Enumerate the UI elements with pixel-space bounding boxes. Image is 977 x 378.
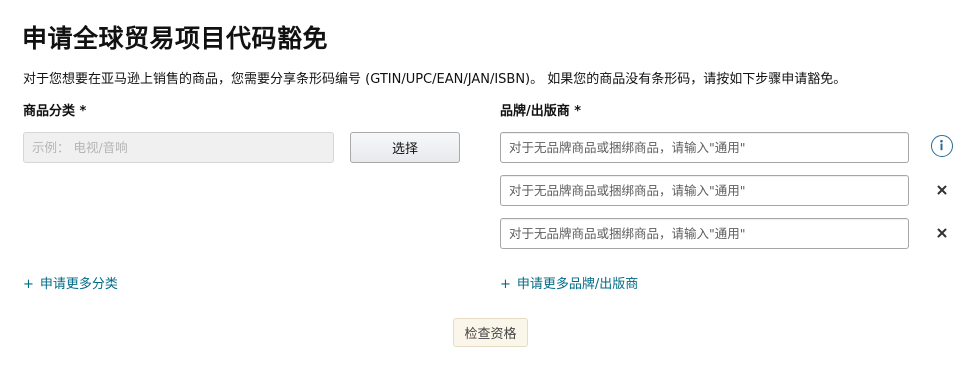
remove-brand-3-close-icon[interactable]: [934, 225, 950, 241]
add-more-categories-link[interactable]: + 申请更多分类: [23, 275, 118, 295]
select-category-button[interactable]: 选择: [350, 132, 460, 163]
plus-icon: +: [500, 277, 511, 292]
remove-brand-2-close-icon[interactable]: [934, 182, 950, 198]
category-input[interactable]: [23, 132, 334, 163]
brand-input-1[interactable]: [500, 132, 909, 163]
category-label: 商品分类 *: [23, 104, 87, 119]
check-eligibility-button[interactable]: 检查资格: [453, 318, 528, 347]
add-more-brands-link[interactable]: + 申请更多品牌/出版商: [500, 275, 638, 295]
plus-icon: +: [23, 277, 34, 292]
add-more-brands-label: 申请更多品牌/出版商: [516, 277, 639, 292]
info-icon[interactable]: [931, 135, 953, 157]
brand-label: 品牌/出版商 *: [500, 104, 582, 119]
page-title: 申请全球贸易项目代码豁免: [22, 24, 329, 53]
intro-text: 对于您想要在亚马逊上销售的商品，您需要分享条形码编号 (GTIN/UPC/EAN…: [23, 72, 847, 87]
add-more-categories-label: 申请更多分类: [39, 277, 118, 292]
brand-input-2[interactable]: [500, 175, 909, 206]
brand-input-3[interactable]: [500, 218, 909, 249]
